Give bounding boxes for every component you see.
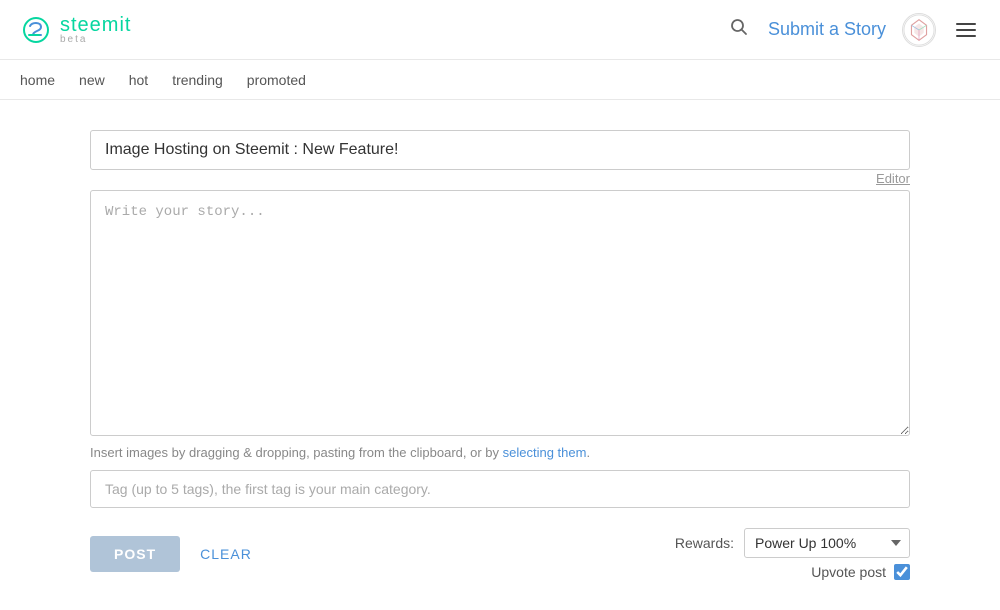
nav-item-home[interactable]: home: [20, 68, 55, 92]
clear-button[interactable]: CLEAR: [200, 546, 252, 562]
image-note: Insert images by dragging & dropping, pa…: [90, 445, 910, 460]
menu-line-2: [956, 29, 976, 31]
rewards-select[interactable]: Power Up 100% Default (50% / 50%) Declin…: [744, 528, 910, 558]
bottom-row: POST CLEAR Rewards: Power Up 100% Defaul…: [90, 528, 910, 580]
logo-name: steemit: [60, 15, 131, 35]
main-nav: home new hot trending promoted: [0, 60, 1000, 100]
editor-link-row: Editor: [90, 170, 910, 186]
search-button[interactable]: [726, 14, 752, 45]
tag-input[interactable]: [90, 470, 910, 508]
menu-line-3: [956, 35, 976, 37]
rewards-row: Rewards: Power Up 100% Default (50% / 50…: [675, 528, 910, 558]
nav-item-new[interactable]: new: [79, 68, 105, 92]
menu-button[interactable]: [952, 19, 980, 41]
editor-link[interactable]: Editor: [876, 171, 910, 186]
avatar-icon: [903, 13, 935, 47]
header: steemit beta Submit a Story: [0, 0, 1000, 60]
steemit-logo-icon: [20, 14, 52, 46]
image-note-text: Insert images by dragging & dropping, pa…: [90, 445, 503, 460]
bottom-right: Rewards: Power Up 100% Default (50% / 50…: [675, 528, 910, 580]
logo-beta: beta: [60, 35, 131, 45]
rewards-label: Rewards:: [675, 535, 734, 551]
post-button[interactable]: POST: [90, 536, 180, 572]
image-note-suffix: .: [586, 445, 590, 460]
menu-line-1: [956, 23, 976, 25]
selecting-them-link[interactable]: selecting them: [503, 445, 587, 460]
upvote-label: Upvote post: [811, 564, 886, 580]
main-content: Editor Insert images by dragging & dropp…: [70, 130, 930, 580]
nav-item-hot[interactable]: hot: [129, 68, 148, 92]
header-left: steemit beta: [20, 14, 131, 46]
header-right: Submit a Story: [726, 13, 980, 47]
avatar[interactable]: [902, 13, 936, 47]
bottom-left: POST CLEAR: [90, 536, 252, 572]
story-textarea[interactable]: [90, 190, 910, 436]
logo-text: steemit beta: [60, 15, 131, 45]
upvote-checkbox[interactable]: [894, 564, 910, 580]
submit-story-button[interactable]: Submit a Story: [768, 19, 886, 40]
upvote-row: Upvote post: [811, 564, 910, 580]
title-input[interactable]: [90, 130, 910, 170]
search-icon: [730, 18, 748, 36]
nav-item-trending[interactable]: trending: [172, 68, 223, 92]
nav-item-promoted[interactable]: promoted: [247, 68, 306, 92]
